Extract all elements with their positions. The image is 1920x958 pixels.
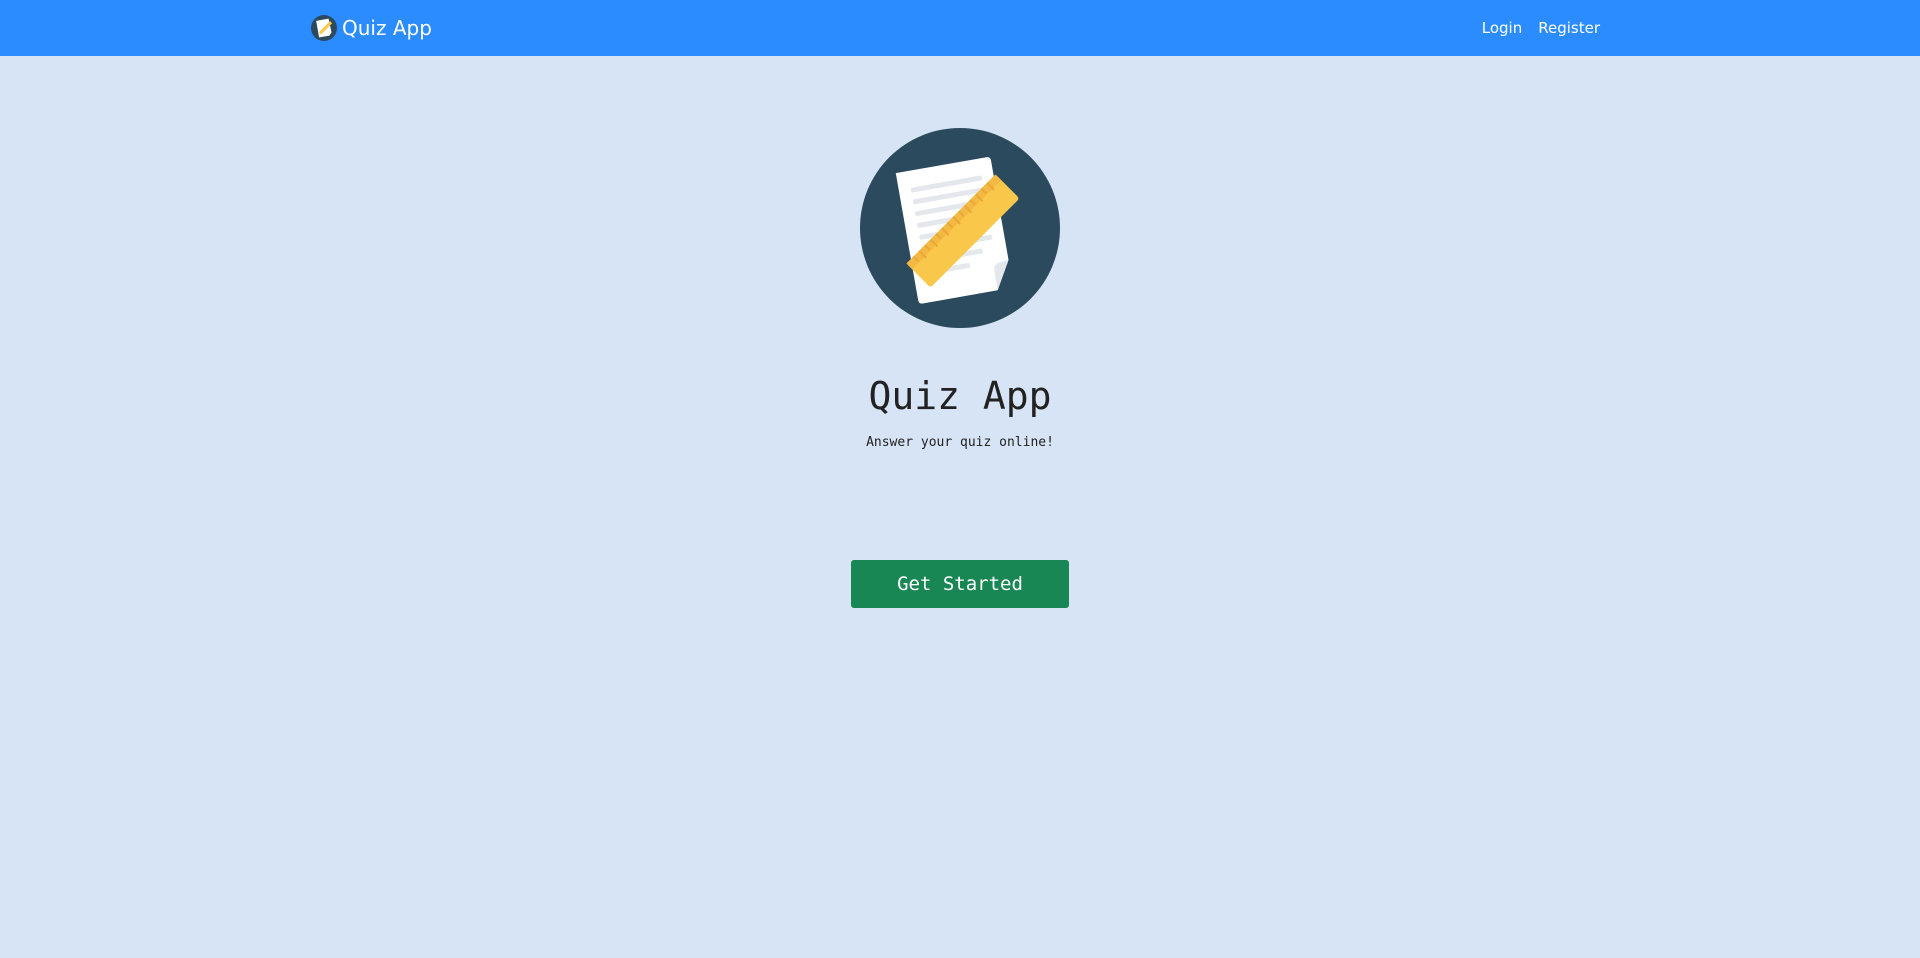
page-title: Quiz App — [868, 374, 1052, 418]
login-link[interactable]: Login — [1482, 19, 1522, 37]
top-navbar: Quiz App Login Register — [0, 0, 1920, 56]
nav-links: Login Register — [1466, 0, 1600, 56]
brand-link[interactable]: Quiz App — [311, 0, 432, 56]
brand-name: Quiz App — [342, 16, 432, 40]
notepad-ruler-icon — [860, 128, 1060, 328]
get-started-button[interactable]: Get Started — [851, 560, 1069, 608]
register-link[interactable]: Register — [1538, 19, 1600, 37]
notepad-ruler-icon — [311, 15, 337, 41]
page-subtitle: Answer your quiz online! — [866, 435, 1054, 450]
